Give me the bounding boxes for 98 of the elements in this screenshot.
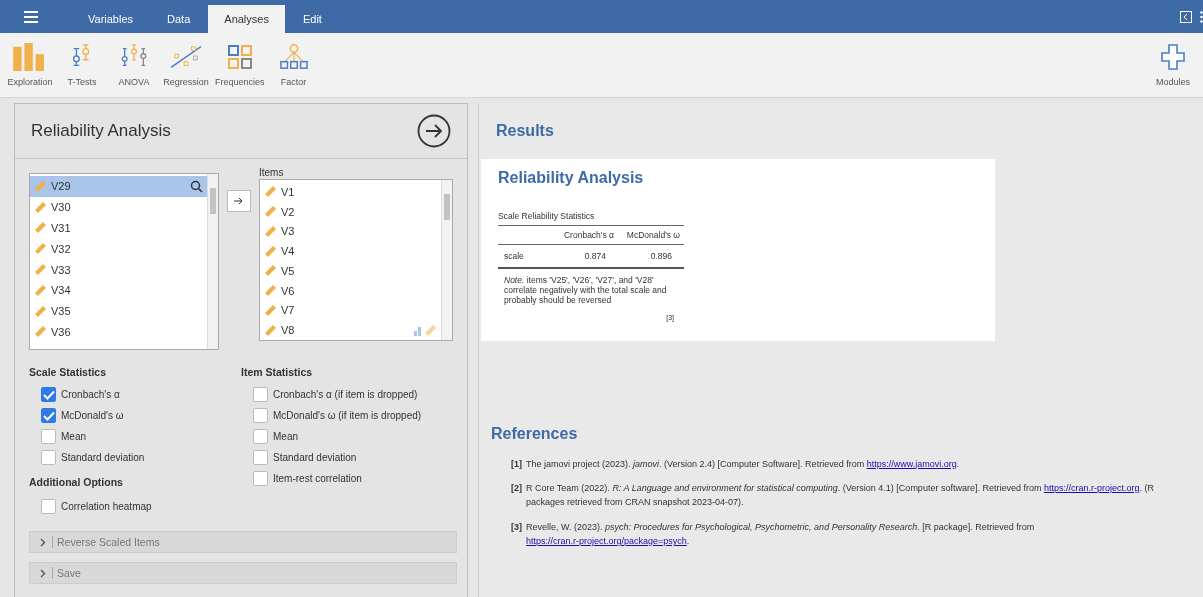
checkbox-label: Standard deviation [273, 452, 357, 463]
row-label: scale [503, 251, 525, 261]
checkbox-label: Cronbach's α (if item is dropped) [273, 389, 418, 400]
item-entry[interactable]: V2 [260, 201, 441, 222]
ribbon-button[interactable]: ANOVA [108, 43, 160, 87]
ruler-icon [34, 242, 47, 256]
variable-item[interactable]: V31 [30, 217, 208, 239]
menu-tab[interactable]: Analyses [208, 5, 285, 33]
ruler-icon [264, 244, 277, 258]
reference-text: R Core Team (2022). R: A Language and environment for statistical computing. (Version 4.1) [Computer software]. Retrieved from https://cran.r-project.org. (R packages retrieved from CRAN snapshot 2023-04-07). [526, 481, 1155, 510]
item-entry[interactable]: V6 [260, 280, 441, 301]
ruler-icon [34, 179, 47, 193]
checkbox[interactable] [41, 429, 56, 444]
section-heading: Item Statistics [241, 366, 314, 380]
checkbox-label: Mean [61, 431, 86, 442]
variable-item[interactable]: V36 [30, 321, 208, 343]
ruler-icon [34, 200, 47, 214]
ribbon-button[interactable]: Frequencies [212, 43, 268, 87]
more-icon[interactable] [1200, 10, 1203, 23]
checkbox-label: Item-rest correlation [273, 473, 362, 484]
plus-icon [1161, 43, 1185, 71]
table-cell-text: 0.896 [649, 251, 673, 261]
ruler-icon [264, 185, 277, 199]
variable-item[interactable]: V33 [30, 259, 208, 280]
section-heading: Additional Options [29, 476, 124, 490]
column-header: Cronbach's α [563, 230, 615, 240]
checkbox-label: Cronbach's α [61, 389, 120, 400]
move-button[interactable] [227, 190, 251, 212]
menu-tab[interactable]: Data [151, 5, 207, 33]
checkbox[interactable] [41, 387, 56, 402]
ruler-icon [34, 283, 47, 297]
reference-text: The jamovi project (2023). jamovi. (Version 2.4) [Computer Software]. Retrieved from https://www.jamovi.org. [526, 457, 960, 471]
variable-item[interactable]: V29 [30, 176, 208, 197]
checkbox-label: Mean [273, 431, 298, 442]
ribbon-button[interactable]: Regression [160, 43, 212, 87]
section-heading: Scale Statistics [29, 366, 108, 380]
checkbox[interactable] [41, 450, 56, 465]
checkbox[interactable] [253, 450, 268, 465]
item-entry[interactable]: V1 [260, 182, 441, 202]
ruler-icon [34, 325, 47, 339]
checkbox[interactable] [253, 387, 268, 402]
ruler-icon [34, 304, 47, 318]
ruler-icon [264, 323, 277, 337]
item-entry[interactable]: V8 [260, 320, 441, 340]
checkbox-label: Correlation heatmap [61, 501, 152, 512]
menu-tab[interactable]: Edit [286, 5, 338, 33]
table-title: Scale Reliability Statistics [498, 211, 596, 221]
checkbox[interactable] [253, 471, 268, 486]
references-heading: References [491, 424, 579, 443]
panel-title: Reliability Analysis [31, 121, 171, 141]
ribbon-button[interactable]: Exploration [4, 43, 56, 87]
ruler-icon [34, 263, 47, 277]
scrollbar[interactable] [441, 180, 452, 340]
reference-number: [3] [511, 520, 522, 534]
grid-icon [226, 43, 253, 71]
column-header: McDonald's ω [625, 230, 681, 240]
results-heading: Results [496, 122, 554, 140]
item-entry[interactable]: V4 [260, 241, 441, 261]
reference-text: Revelle, W. (2023). psych: Procedures for Psychological, Psychometric, and Personality Research. [R package]. Retrieved from https://cran.r-project.org/package=psych. [526, 520, 1036, 549]
checkbox-label: McDonald's ω [61, 410, 124, 421]
reference-number: [1] [511, 457, 522, 471]
checkbox[interactable] [41, 499, 56, 514]
checkbox-label: Standard deviation [61, 452, 145, 463]
reference-link[interactable]: https://www.jamovi.org [866, 458, 957, 469]
ruler-icon [264, 224, 277, 238]
ruler-icon [264, 284, 277, 298]
arrow-right-icon [234, 197, 245, 205]
checkbox[interactable] [253, 408, 268, 423]
ruler-icon [264, 264, 277, 278]
ruler-icon [264, 303, 277, 317]
panel-toggle-icon[interactable] [1180, 10, 1192, 23]
analysis-title: Reliability Analysis [498, 169, 645, 187]
checkbox[interactable] [253, 429, 268, 444]
search-icon[interactable] [190, 179, 204, 193]
ruler-icon [34, 221, 47, 235]
menu-icon[interactable] [24, 10, 38, 23]
variable-types-icon [414, 323, 438, 336]
reference-link[interactable]: https://cran.r-project.org/package=psych [526, 536, 687, 547]
ribbon-button[interactable]: Factor [267, 43, 320, 87]
item-entry[interactable]: V7 [260, 300, 441, 321]
ribbon-button[interactable]: T-Tests [56, 43, 108, 87]
table-cell-text: 0.874 [583, 251, 607, 261]
reference-number: [2] [511, 481, 522, 495]
checkbox[interactable] [41, 408, 56, 423]
variable-item[interactable]: V30 [30, 196, 208, 218]
variable-item[interactable]: V34 [30, 280, 208, 301]
variable-item[interactable]: V32 [30, 238, 208, 260]
table-note: Note. items 'V25', 'V26', 'V27', and 'V28' correlate negatively with the total scale and probably should be reversed [503, 274, 668, 306]
ruler-icon [264, 205, 277, 219]
menu-tab[interactable]: Variables [72, 5, 150, 33]
items-label: Items [259, 167, 285, 178]
item-entry[interactable]: V5 [260, 261, 441, 281]
scrollbar[interactable] [207, 174, 219, 349]
modules-button[interactable]: Modules [1147, 43, 1199, 87]
checkbox-label: McDonald's ω (if item is dropped) [273, 410, 422, 421]
hierarchy-icon [278, 43, 309, 71]
variable-item[interactable]: V35 [30, 300, 208, 322]
item-entry[interactable]: V3 [260, 221, 441, 242]
